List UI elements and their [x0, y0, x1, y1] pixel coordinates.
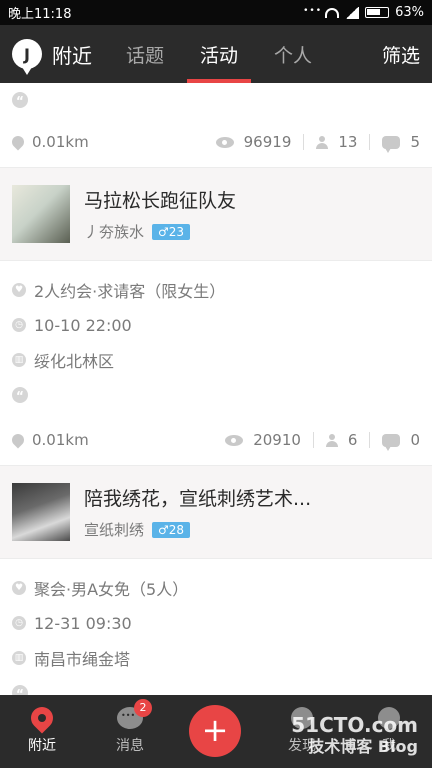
divider [312, 432, 314, 448]
divider [303, 134, 305, 150]
event-place-row: ▥ 南昌市绳金塔 [0, 643, 432, 673]
watermark-line1: 51CTO.com [291, 713, 418, 737]
event-place-row: ▥ 绥化北林区 [0, 345, 432, 375]
event-type: 2人约会·求请客（限女生） [34, 282, 226, 301]
event-time: 10-10 22:00 [34, 315, 132, 335]
quote-icon: “ [12, 387, 28, 403]
nav-nearby[interactable]: 附近 [2, 702, 82, 755]
more-dots-icon [303, 6, 322, 19]
event-title: 陪我绣花，宣纸刺绣艺术... [84, 488, 312, 510]
event-type-row: ♥ 聚会·男A女免（5人） [0, 573, 432, 603]
quote-row: “ [0, 83, 432, 117]
location-icon [9, 431, 27, 449]
participants-icon [325, 433, 338, 447]
event-meta: 0.01km 96919 13 5 [0, 117, 432, 167]
event-comments: 5 [410, 133, 420, 151]
event-card[interactable]: 马拉松长跑征队友 丿夯族水 ♂23 [0, 167, 432, 261]
quote-icon: “ [12, 685, 28, 695]
event-time-row: ◷ 12-31 09:30 [0, 603, 432, 643]
building-icon: ▥ [12, 651, 26, 665]
clock-icon: ◷ [12, 616, 26, 630]
watermark-line2: 技术博客 Blog [308, 737, 418, 756]
app-logo-icon[interactable]: J [12, 39, 42, 75]
quote-row: “ [0, 375, 432, 415]
event-views: 20910 [253, 431, 301, 449]
event-title: 马拉松长跑征队友 [84, 190, 237, 212]
tab-personal[interactable]: 个人 [274, 25, 312, 83]
nav-messages[interactable]: 2 消息 [90, 699, 170, 755]
building-icon: ▥ [12, 353, 26, 367]
event-type-row: ♥ 2人约会·求请客（限女生） [0, 275, 432, 305]
event-participants: 6 [347, 431, 358, 449]
clock-icon: ◷ [12, 318, 26, 332]
event-place: 绥化北林区 [34, 352, 115, 371]
divider [369, 134, 371, 150]
watermark: 51CTO.com 技术博客 Blog [291, 714, 418, 758]
event-time-row: ◷ 10-10 22:00 [0, 305, 432, 345]
views-icon [215, 136, 234, 148]
app-header: J 附近 话题 活动 个人 筛选 [0, 25, 432, 83]
tab-activities[interactable]: 活动 [187, 25, 252, 83]
add-event-button[interactable]: + [189, 705, 241, 757]
event-card[interactable]: 陪我绣花，宣纸刺绣艺术... 宣纸刺绣 ♂28 [0, 465, 432, 559]
wifi-icon [325, 7, 340, 18]
battery-icon [365, 7, 390, 18]
gender-age-badge: ♂23 [152, 223, 191, 240]
header-title[interactable]: 附近 [52, 40, 92, 69]
event-participants: 13 [338, 133, 358, 151]
comments-icon [382, 135, 401, 153]
nav-nearby-label: 附近 [28, 738, 56, 754]
gender-age-badge: ♂28 [152, 521, 191, 538]
event-meta: 0.01km 20910 6 0 [0, 415, 432, 465]
status-bar: 晚上11:18 63% [0, 0, 432, 25]
event-user[interactable]: 宣纸刺绣 [84, 519, 144, 540]
heart-icon: ♥ [12, 581, 26, 595]
quote-row: “ [0, 673, 432, 695]
event-type: 聚会·男A女免（5人） [34, 580, 189, 599]
status-icons: 63% [303, 5, 424, 20]
battery-level: 63% [395, 5, 424, 20]
event-distance: 0.01km [32, 133, 89, 151]
event-thumbnail[interactable] [12, 483, 70, 541]
message-count-badge: 2 [134, 699, 152, 717]
nav-messages-label: 消息 [116, 738, 144, 754]
event-views: 96919 [243, 133, 292, 151]
activity-feed[interactable]: “ 0.01km 96919 13 5 马拉松长跑征队友 丿夯族水 ♂23 ♥ … [0, 83, 432, 695]
status-time: 晚上11:18 [8, 7, 72, 22]
event-thumbnail[interactable] [12, 185, 70, 243]
event-comments: 0 [410, 431, 420, 449]
comments-icon [382, 433, 401, 451]
event-time: 12-31 09:30 [34, 613, 132, 633]
divider [369, 432, 371, 448]
participants-icon [316, 135, 329, 149]
event-user[interactable]: 丿夯族水 [84, 221, 144, 242]
tab-topics[interactable]: 话题 [126, 25, 164, 83]
heart-icon: ♥ [12, 283, 26, 297]
event-distance: 0.01km [32, 431, 89, 449]
filter-button[interactable]: 筛选 [382, 41, 420, 68]
quote-icon: “ [12, 92, 28, 108]
location-pin-icon [26, 702, 58, 734]
bottom-nav: 附近 2 消息 + 发现 我 51CTO.com 技术博客 Blog [0, 695, 432, 768]
location-icon [9, 133, 27, 151]
signal-icon [345, 6, 360, 19]
event-place: 南昌市绳金塔 [34, 650, 131, 669]
views-icon [225, 434, 244, 446]
